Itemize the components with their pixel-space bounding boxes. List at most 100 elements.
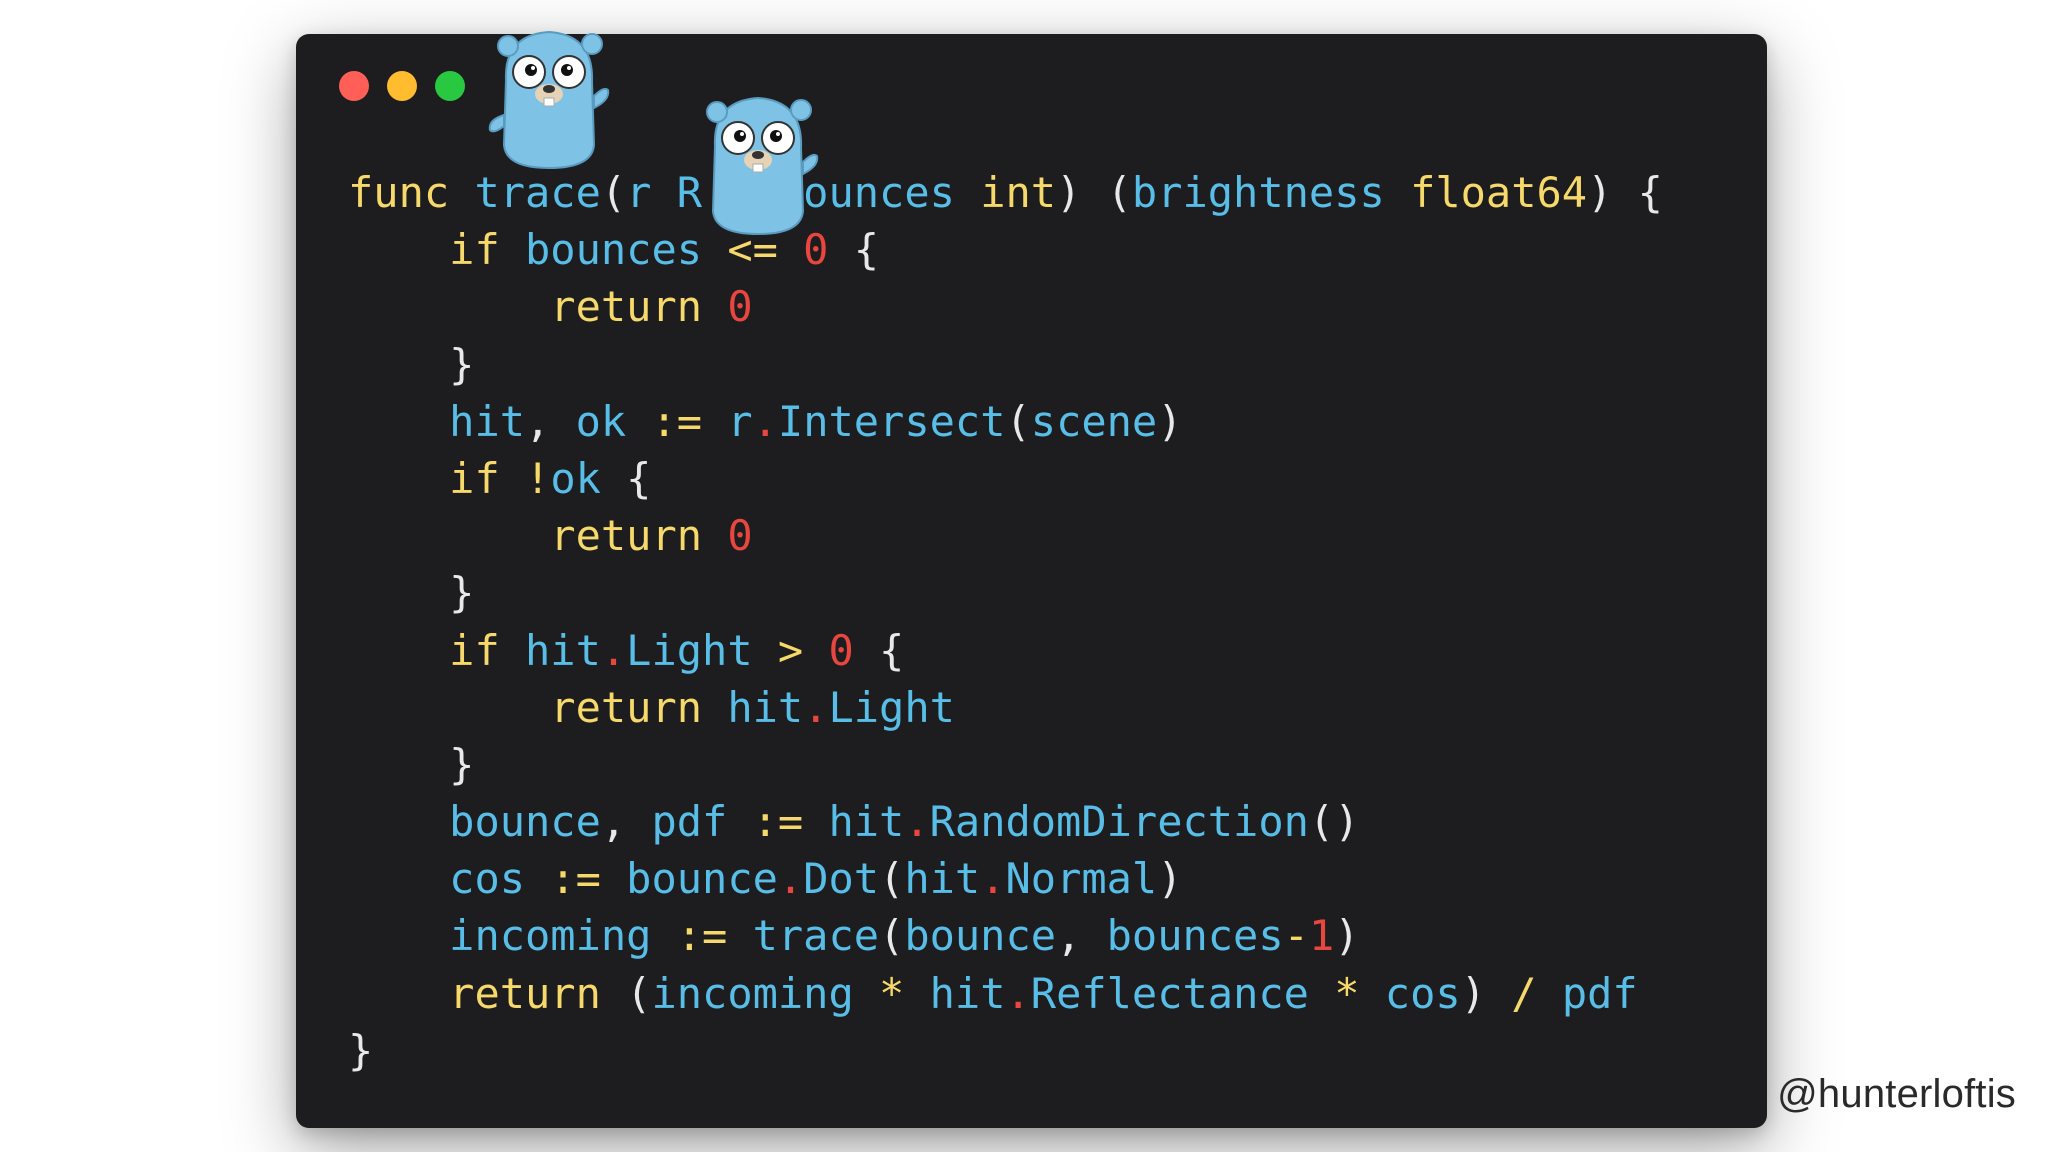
code-token: *	[1334, 968, 1385, 1018]
author-handle: @hunterloftis	[1777, 1072, 2016, 1116]
code-token: if	[449, 225, 526, 275]
code-token: bounce	[449, 797, 601, 847]
code-token: )	[1460, 968, 1512, 1018]
code-line: }	[348, 564, 1663, 621]
code-token: cos	[449, 854, 551, 904]
code-token: hit	[904, 854, 981, 904]
code-token: Intersect	[777, 396, 1006, 446]
code-token: (	[1005, 396, 1031, 446]
code-token: .	[600, 625, 627, 675]
code-token: :=	[752, 797, 829, 847]
code-token: hit	[828, 797, 905, 847]
code-token: >	[777, 625, 829, 675]
code-token: .	[980, 854, 1006, 904]
code-token: }	[348, 568, 475, 618]
code-line: if !ok {	[348, 450, 1663, 507]
code-token: Light	[626, 625, 778, 675]
code-token: Reflectance	[1030, 968, 1335, 1018]
code-line: }	[348, 1022, 1663, 1079]
code-token: incoming	[449, 911, 677, 961]
code-line: hit, ok := r.Intersect(scene)	[348, 393, 1663, 450]
code-token: trace	[474, 168, 601, 217]
code-token: ,	[600, 797, 652, 847]
code-token: scene	[1030, 396, 1158, 446]
code-token: :=	[676, 911, 753, 961]
code-token: )	[1157, 396, 1183, 446]
code-token: int	[980, 168, 1057, 217]
code-token: )	[1157, 854, 1183, 904]
code-token: incoming	[651, 968, 880, 1018]
code-line: }	[348, 736, 1663, 793]
code-token: return	[550, 682, 728, 732]
code-line: return 0	[348, 507, 1663, 564]
code-block: func trace(r R bounces int) (brightness …	[348, 164, 1663, 1079]
code-token: Normal	[1005, 854, 1158, 904]
code-token: .	[904, 797, 930, 847]
code-token: :=	[550, 854, 627, 904]
code-token: !	[525, 453, 551, 503]
code-token: Light	[828, 682, 955, 732]
code-line: incoming := trace(bounce, bounces-1)	[348, 907, 1663, 964]
code-token: {	[600, 453, 652, 503]
code-token: if	[449, 453, 526, 503]
code-token: *	[879, 968, 930, 1018]
code-token: ,	[525, 396, 576, 446]
code-token: hit	[929, 968, 1006, 1018]
code-token: ()	[1308, 797, 1360, 847]
code-token: hit	[449, 396, 526, 446]
go-gopher-icon	[488, 30, 610, 170]
code-token: .	[803, 682, 829, 732]
code-token: func	[348, 168, 475, 217]
code-token: /	[1511, 968, 1562, 1018]
code-token: float64	[1410, 168, 1588, 217]
code-token: .	[752, 396, 778, 446]
code-token: 1	[1308, 911, 1335, 961]
code-token: hit	[525, 625, 601, 675]
code-token: 0	[828, 625, 854, 675]
code-token: return	[550, 282, 728, 332]
code-line: }	[348, 336, 1663, 393]
code-token: {	[853, 625, 905, 675]
code-token: if	[449, 625, 526, 675]
code-token: ) {	[1587, 168, 1663, 217]
code-token: brightness	[1131, 168, 1411, 217]
code-line: func trace(r R bounces int) (brightness …	[348, 164, 1663, 221]
zoom-button[interactable]	[435, 71, 465, 101]
code-token: ok	[575, 396, 652, 446]
code-token: }	[348, 739, 475, 789]
code-token: RandomDirection	[929, 797, 1309, 847]
code-token: bounces	[1106, 911, 1284, 961]
code-line: return hit.Light	[348, 679, 1663, 736]
close-button[interactable]	[339, 71, 369, 101]
code-line: return 0	[348, 278, 1663, 335]
code-token: (	[879, 854, 905, 904]
code-token: ok	[550, 453, 601, 503]
code-token: hit	[727, 682, 804, 732]
code-token: 0	[727, 511, 753, 561]
code-token: :=	[651, 396, 728, 446]
code-token: {	[828, 225, 880, 275]
code-token: (	[600, 168, 627, 217]
code-token: }	[348, 339, 475, 389]
code-token: r R	[626, 168, 703, 217]
code-line: cos := bounce.Dot(hit.Normal)	[348, 850, 1663, 907]
code-line: bounce, pdf := hit.RandomDirection()	[348, 793, 1663, 850]
code-token: trace	[752, 911, 880, 961]
minimize-button[interactable]	[387, 71, 417, 101]
code-token: r	[727, 396, 753, 446]
code-token: 0	[727, 282, 753, 332]
code-token: (	[879, 911, 905, 961]
code-token: cos	[1384, 968, 1461, 1018]
gopher-mascot-2	[706, 96, 819, 236]
code-token: (	[626, 968, 652, 1018]
code-token: bounce	[626, 854, 778, 904]
code-line: if bounces <= 0 {	[348, 221, 1663, 278]
